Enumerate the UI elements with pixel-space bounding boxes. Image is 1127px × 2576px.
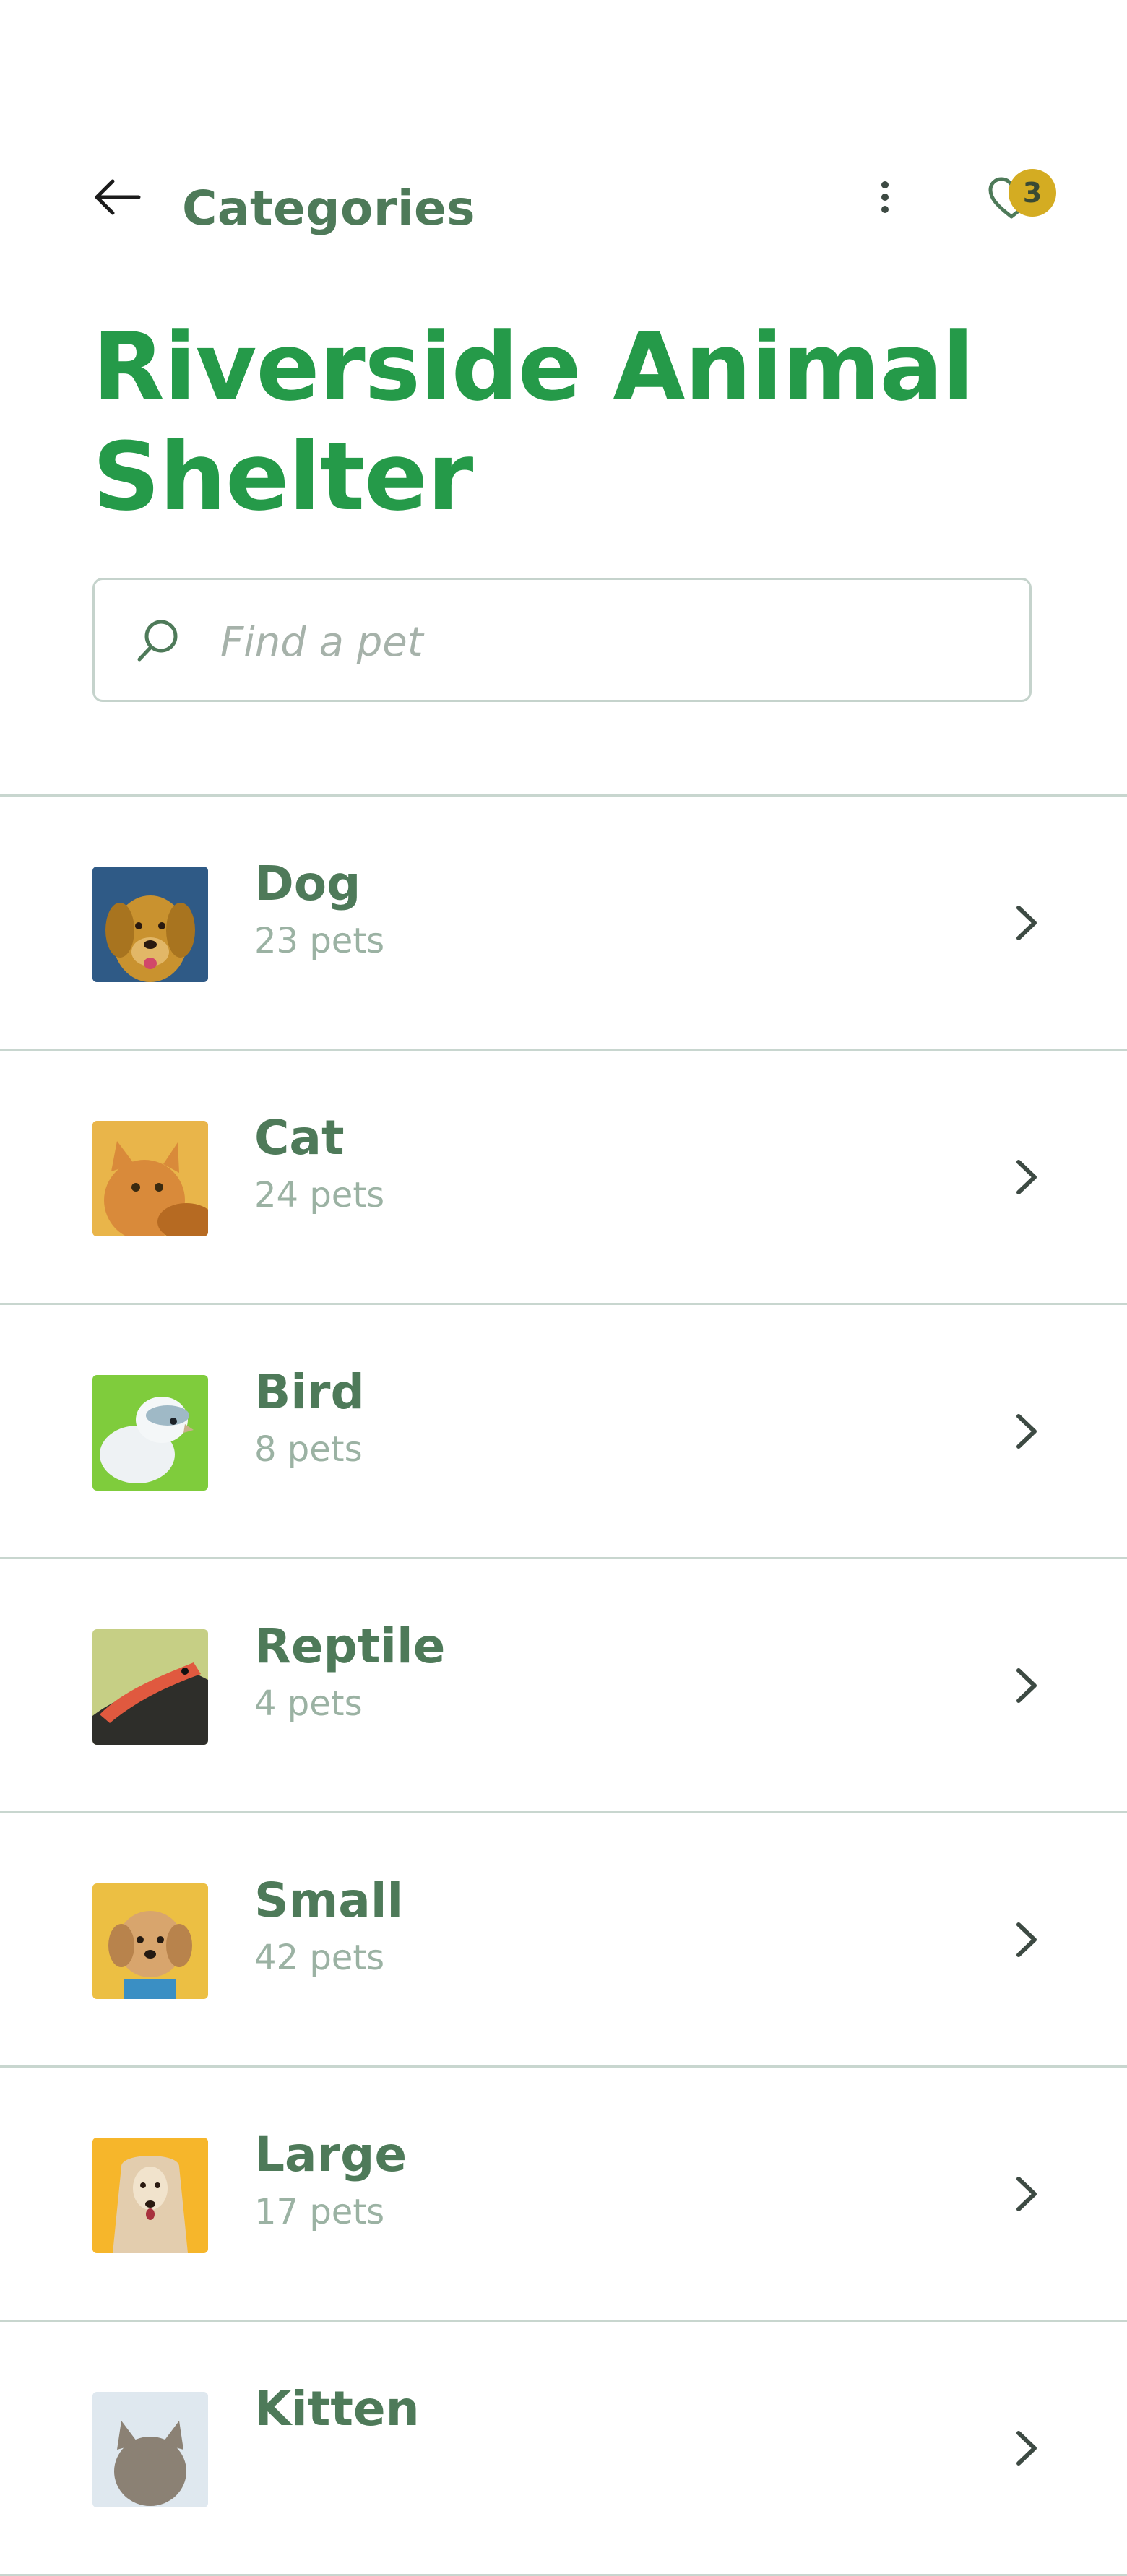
golden-retriever-photo <box>92 867 208 982</box>
chevron-right-icon <box>1016 2177 1037 2211</box>
category-row-cat[interactable]: Cat 24 pets <box>0 1051 1127 1305</box>
app-header: Categories <box>0 166 1127 260</box>
back-button[interactable] <box>85 166 147 228</box>
category-name: Cat <box>254 1110 345 1166</box>
category-pet-count: 42 pets <box>254 1938 385 1978</box>
chevron-right-icon <box>1016 1922 1037 1957</box>
chevron-right-icon <box>1016 1668 1037 1703</box>
category-name: Kitten <box>254 2381 420 2437</box>
more-vertical-icon <box>881 181 889 213</box>
category-name: Large <box>254 2127 407 2182</box>
page-title: Categories <box>182 181 476 236</box>
small-dog-photo <box>92 1883 208 1999</box>
search-icon <box>137 620 178 662</box>
lizard-photo <box>92 1629 208 1745</box>
category-pet-count: 17 pets <box>254 2192 385 2232</box>
category-row-small[interactable]: Small 42 pets <box>0 1813 1127 2068</box>
white-budgie-photo <box>92 1375 208 1491</box>
category-name: Reptile <box>254 1618 446 1674</box>
category-name: Small <box>254 1873 404 1928</box>
category-name: Bird <box>254 1364 365 1420</box>
favorites-count-badge: 3 <box>1009 169 1056 217</box>
search-input[interactable] <box>219 602 1002 682</box>
category-row-reptile[interactable]: Reptile 4 pets <box>0 1559 1127 1813</box>
category-pet-count: 4 pets <box>254 1683 363 1724</box>
chevron-right-icon <box>1016 2431 1037 2466</box>
search-box <box>92 578 1032 702</box>
chevron-right-icon <box>1016 1414 1037 1449</box>
kitten-photo <box>92 2392 208 2507</box>
category-row-bird[interactable]: Bird 8 pets <box>0 1305 1127 1559</box>
shelter-name: Riverside Animal Shelter <box>92 312 975 532</box>
category-pet-count: 8 pets <box>254 1429 363 1470</box>
category-row-dog[interactable]: Dog 23 pets <box>0 797 1127 1051</box>
afghan-hound-photo <box>92 2138 208 2253</box>
category-pet-count: 23 pets <box>254 921 385 961</box>
category-row-kitten[interactable]: Kitten <box>0 2322 1127 2576</box>
category-name: Dog <box>254 856 361 911</box>
chevron-right-icon <box>1016 906 1037 940</box>
category-pet-count: 24 pets <box>254 1175 385 1215</box>
chevron-right-icon <box>1016 1160 1037 1194</box>
orange-tabby-cat-photo <box>92 1121 208 1236</box>
arrow-left-icon <box>95 179 141 215</box>
more-options-button[interactable] <box>860 166 910 228</box>
category-row-large[interactable]: Large 17 pets <box>0 2068 1127 2322</box>
category-list: Dog 23 pets Cat 24 pets Bird 8 pets Rept… <box>0 794 1127 2576</box>
